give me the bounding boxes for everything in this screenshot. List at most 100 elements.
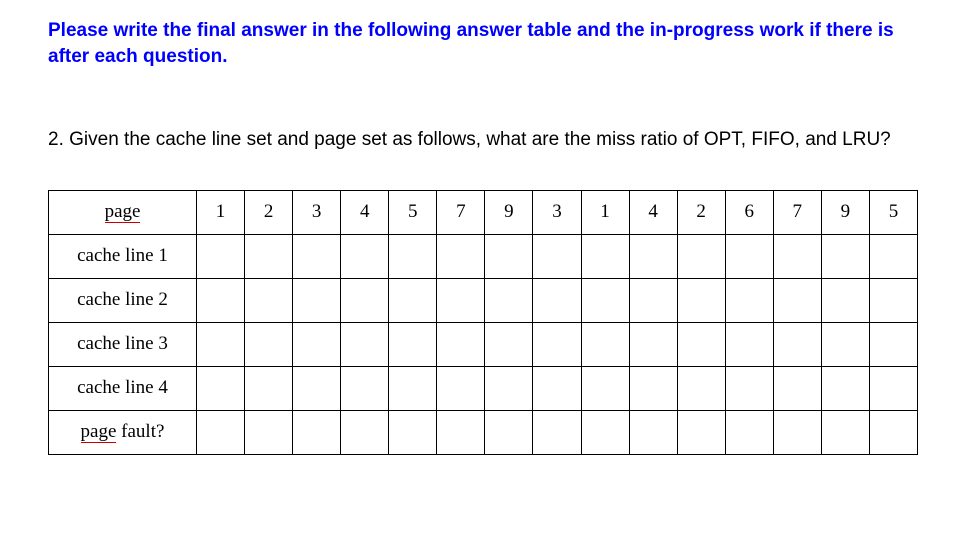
column-header-1: 2 — [245, 190, 293, 234]
cell-4-6 — [485, 410, 533, 454]
cell-1-4 — [389, 278, 437, 322]
cell-1-2 — [293, 278, 341, 322]
cell-4-10 — [677, 410, 725, 454]
cell-0-10 — [677, 234, 725, 278]
cell-0-13 — [821, 234, 869, 278]
cell-0-7 — [533, 234, 581, 278]
cell-1-5 — [437, 278, 485, 322]
cell-0-12 — [773, 234, 821, 278]
cell-4-0 — [197, 410, 245, 454]
cell-1-6 — [485, 278, 533, 322]
cell-3-4 — [389, 366, 437, 410]
cell-2-5 — [437, 322, 485, 366]
cell-4-5 — [437, 410, 485, 454]
cell-4-1 — [245, 410, 293, 454]
row-label-cell: cache line 3 — [49, 322, 197, 366]
table-row: cache line 1 — [49, 234, 918, 278]
question-text: 2. Given the cache line set and page set… — [48, 127, 918, 154]
cell-1-0 — [197, 278, 245, 322]
cell-0-1 — [245, 234, 293, 278]
cell-0-14 — [869, 234, 917, 278]
cell-1-11 — [725, 278, 773, 322]
cell-1-1 — [245, 278, 293, 322]
cell-2-2 — [293, 322, 341, 366]
cell-4-2 — [293, 410, 341, 454]
cell-2-1 — [245, 322, 293, 366]
column-header-14: 5 — [869, 190, 917, 234]
cell-0-0 — [197, 234, 245, 278]
instruction-text: Please write the final answer in the fol… — [48, 18, 918, 69]
answer-table: page123457931426795cache line 1cache lin… — [48, 190, 918, 455]
cell-2-13 — [821, 322, 869, 366]
column-header-11: 6 — [725, 190, 773, 234]
cell-0-8 — [581, 234, 629, 278]
cell-0-2 — [293, 234, 341, 278]
cell-1-12 — [773, 278, 821, 322]
cell-1-3 — [341, 278, 389, 322]
cell-0-9 — [629, 234, 677, 278]
cell-1-13 — [821, 278, 869, 322]
cell-2-6 — [485, 322, 533, 366]
table-row: cache line 3 — [49, 322, 918, 366]
row-label-cell: cache line 2 — [49, 278, 197, 322]
cell-3-9 — [629, 366, 677, 410]
cell-2-4 — [389, 322, 437, 366]
cell-3-6 — [485, 366, 533, 410]
cell-0-3 — [341, 234, 389, 278]
cell-0-6 — [485, 234, 533, 278]
cell-3-1 — [245, 366, 293, 410]
column-header-7: 3 — [533, 190, 581, 234]
row-label-cell: cache line 1 — [49, 234, 197, 278]
cell-3-14 — [869, 366, 917, 410]
cell-4-12 — [773, 410, 821, 454]
cell-4-3 — [341, 410, 389, 454]
table-row: cache line 4 — [49, 366, 918, 410]
row-label-post: fault? — [116, 421, 164, 442]
cell-3-11 — [725, 366, 773, 410]
column-header-12: 7 — [773, 190, 821, 234]
cell-2-8 — [581, 322, 629, 366]
cell-2-10 — [677, 322, 725, 366]
cell-1-7 — [533, 278, 581, 322]
cell-0-11 — [725, 234, 773, 278]
cell-3-7 — [533, 366, 581, 410]
cell-2-12 — [773, 322, 821, 366]
cell-2-14 — [869, 322, 917, 366]
column-header-6: 9 — [485, 190, 533, 234]
cell-2-7 — [533, 322, 581, 366]
cell-3-0 — [197, 366, 245, 410]
row-label-cell: cache line 4 — [49, 366, 197, 410]
cell-0-5 — [437, 234, 485, 278]
column-header-8: 1 — [581, 190, 629, 234]
cell-3-5 — [437, 366, 485, 410]
table-row: page fault? — [49, 410, 918, 454]
column-header-9: 4 — [629, 190, 677, 234]
cell-4-11 — [725, 410, 773, 454]
table-row: cache line 2 — [49, 278, 918, 322]
column-header-10: 2 — [677, 190, 725, 234]
document-page: Please write the final answer in the fol… — [0, 0, 966, 455]
cell-4-13 — [821, 410, 869, 454]
cell-4-4 — [389, 410, 437, 454]
cell-2-9 — [629, 322, 677, 366]
cell-4-8 — [581, 410, 629, 454]
column-header-2: 3 — [293, 190, 341, 234]
cell-1-8 — [581, 278, 629, 322]
column-header-5: 7 — [437, 190, 485, 234]
cell-2-11 — [725, 322, 773, 366]
row-label-cell: page fault? — [49, 410, 197, 454]
column-header-13: 9 — [821, 190, 869, 234]
column-header-4: 5 — [389, 190, 437, 234]
header-label-underlined: page — [105, 202, 141, 223]
cell-3-10 — [677, 366, 725, 410]
cell-3-2 — [293, 366, 341, 410]
table-header-row: page123457931426795 — [49, 190, 918, 234]
cell-3-12 — [773, 366, 821, 410]
cell-1-10 — [677, 278, 725, 322]
cell-3-13 — [821, 366, 869, 410]
cell-4-14 — [869, 410, 917, 454]
row-label-underlined: page — [81, 422, 117, 443]
cell-3-3 — [341, 366, 389, 410]
cell-4-9 — [629, 410, 677, 454]
cell-1-14 — [869, 278, 917, 322]
